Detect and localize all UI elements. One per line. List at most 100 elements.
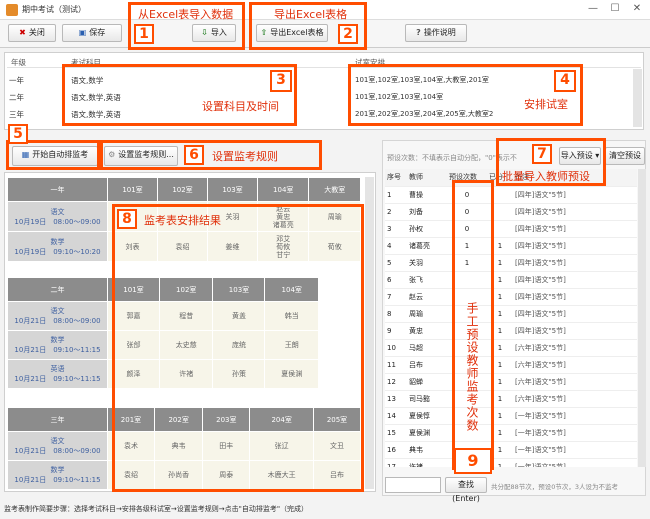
annotation-box-6 (100, 140, 322, 170)
teacher-table-container: 序号 教师 预设次数 已分 备注 1 曹操 0 [四年]语文"5节] 2 刘备 0 [四年]语文"5节… (385, 169, 637, 467)
cell-no: 10 (385, 339, 407, 357)
time-label: 10月19日 08:00～09:00 (14, 217, 101, 226)
annotation-text-9: 手工预设教师监考次数 (465, 302, 479, 432)
annotation-text-3: 设置科目及时间 (202, 100, 279, 113)
close-window-button[interactable]: ✕ (626, 1, 648, 17)
table-row[interactable]: 3 孙权 0 [四年]语文"5节] (385, 220, 637, 238)
table-row[interactable]: 7 赵云 1 [四年]语文"5节] (385, 288, 637, 306)
cell-teacher: 刘备 (407, 203, 447, 221)
table-row[interactable]: 5 关羽 1 1 [四年]语文"5节] (385, 254, 637, 272)
cell-note: [一年]语文"5节] (513, 458, 637, 467)
table-row[interactable]: 4 诸葛亮 1 1 [四年]语文"5节] (385, 237, 637, 255)
subject-label: 数学 (50, 336, 65, 344)
cell-no: 17 (385, 458, 407, 467)
cell-teacher: 关羽 (407, 254, 447, 272)
annotation-box-5 (6, 140, 100, 170)
minimize-button[interactable]: — (582, 1, 604, 17)
cell-note: [四年]语文"5节] (513, 186, 637, 204)
table-row[interactable]: 9 黄忠 1 [四年]语文"5节] (385, 322, 637, 340)
table-row[interactable]: 8 周瑜 1 [四年]语文"5节] (385, 305, 637, 323)
save-button[interactable]: ▣ 保存 (62, 24, 122, 42)
cell-note: [六年]语文"5节] (513, 390, 637, 408)
table-row[interactable]: 6 张飞 1 [四年]语文"5节] (385, 271, 637, 289)
close-button[interactable]: ✖ 关闭 (8, 24, 56, 42)
subject-label: 语文 (50, 437, 65, 445)
table-row[interactable]: 10 马超 1 [六年]语文"5节] (385, 339, 637, 357)
time-label: 10月19日 09:10～10:20 (14, 247, 101, 256)
bottom-status: 监考表制作简要步骤：选择考试科目→安排各级科试室→设置监考规则→点击"自动排监考… (4, 505, 309, 513)
help-button[interactable]: ? 操作说明 (405, 24, 467, 42)
row-grade[interactable]: 一年 (9, 75, 24, 86)
subject-time-cell: 英语 10月21日 09:10～11:15 (7, 359, 108, 389)
teacher-panel: 预设次数：不填表示自动分配，"0"表示不 导入预设 ▾ 清空预设 序号 教师 预设次… (382, 140, 646, 503)
table-row[interactable]: 13 司马懿 1 [六年]语文"5节] (385, 390, 637, 408)
col-no: 序号 (385, 169, 407, 187)
room-header: 102室 (157, 177, 208, 202)
annotation-number-6: 6 (184, 145, 204, 165)
save-label: 保存 (89, 28, 106, 37)
subject-label: 语文 (50, 307, 65, 315)
cell-no: 3 (385, 220, 407, 238)
cell-teacher: 司马懿 (407, 390, 447, 408)
annotation-number-2: 2 (338, 24, 358, 44)
subject-time-cell: 数学 10月19日 09:10～10:20 (7, 231, 108, 262)
subject-time-cell: 语文 10月21日 08:00～09:00 (7, 431, 108, 461)
cell-teacher: 张飞 (407, 271, 447, 289)
cell-teacher: 孙权 (407, 220, 447, 238)
cell-teacher: 赵云 (407, 288, 447, 306)
scrollbar[interactable] (365, 177, 374, 489)
subject-label: 语文 (50, 207, 65, 216)
window-title: 期中考试（测试） (22, 5, 86, 14)
cell-note: [一年]语文"5节] (513, 441, 637, 459)
scrollbar[interactable] (638, 169, 646, 467)
cell-teacher: 马超 (407, 339, 447, 357)
search-input[interactable] (385, 477, 441, 493)
time-label: 10月21日 08:00～09:00 (14, 447, 101, 455)
clear-preset-button[interactable]: 清空预设 (605, 147, 645, 165)
cell-note: [四年]语文"5节] (513, 203, 637, 221)
cell-teacher: 曹操 (407, 186, 447, 204)
cell-note: [一年]语文"5节] (513, 407, 637, 425)
close-label: 关闭 (28, 28, 45, 37)
time-label: 10月21日 08:00～09:00 (14, 317, 101, 325)
table-row[interactable]: 12 貂蝉 1 [六年]语文"5节] (385, 373, 637, 391)
annotation-text-6: 设置监考规则 (212, 150, 278, 163)
cell-no: 6 (385, 271, 407, 289)
annotation-box-4 (348, 64, 583, 126)
table-row[interactable]: 17 许褚 1 [一年]语文"5节] (385, 458, 637, 467)
cell-note: [六年]语文"5节] (513, 356, 637, 374)
cell-teacher: 貂蝉 (407, 373, 447, 391)
table-row[interactable]: 16 典韦 1 [一年]语文"5节] (385, 441, 637, 459)
annotation-text-4: 安排试室 (524, 98, 568, 111)
app-icon (6, 4, 18, 16)
table-row[interactable]: 2 刘备 0 [四年]语文"5节] (385, 203, 637, 221)
subject-label: 英语 (50, 365, 65, 373)
annotation-number-3: 3 (270, 70, 292, 92)
room-header: 101室 (107, 177, 158, 202)
cell-no: 7 (385, 288, 407, 306)
cell-teacher: 周瑜 (407, 305, 447, 323)
row-grade[interactable]: 二年 (9, 92, 24, 103)
cell-note: [一年]语文"5节] (513, 424, 637, 442)
cell-teacher: 典韦 (407, 441, 447, 459)
grade-label: 一年 (7, 177, 108, 202)
search-button[interactable]: 查找(Enter) (445, 477, 487, 503)
cell-teacher: 夏侯惇 (407, 407, 447, 425)
cell-teacher: 许褚 (407, 458, 447, 467)
cell-no: 1 (385, 186, 407, 204)
table-row[interactable]: 1 曹操 0 [四年]语文"5节] (385, 186, 637, 204)
maximize-button[interactable]: ☐ (604, 1, 626, 17)
table-row[interactable]: 14 夏侯惇 1 [一年]语文"5节] (385, 407, 637, 425)
cell-note: [四年]语文"5节] (513, 322, 637, 340)
cell-no: 11 (385, 356, 407, 374)
scrollbar[interactable] (633, 69, 642, 127)
table-row[interactable]: 15 夏侯渊 1 [一年]语文"5节] (385, 424, 637, 442)
cell-note: [四年]语文"5节] (513, 271, 637, 289)
annotation-number-1: 1 (134, 24, 154, 44)
row-grade[interactable]: 三年 (9, 109, 24, 120)
table-row[interactable]: 11 吕布 1 [六年]语文"5节] (385, 356, 637, 374)
help-label: 操作说明 (423, 28, 456, 37)
room-header: 大教室 (308, 177, 361, 202)
status-text: 共分配88节次，预设0节次，3人设为不监考 (491, 483, 619, 491)
cell-note: [六年]语文"5节] (513, 373, 637, 391)
